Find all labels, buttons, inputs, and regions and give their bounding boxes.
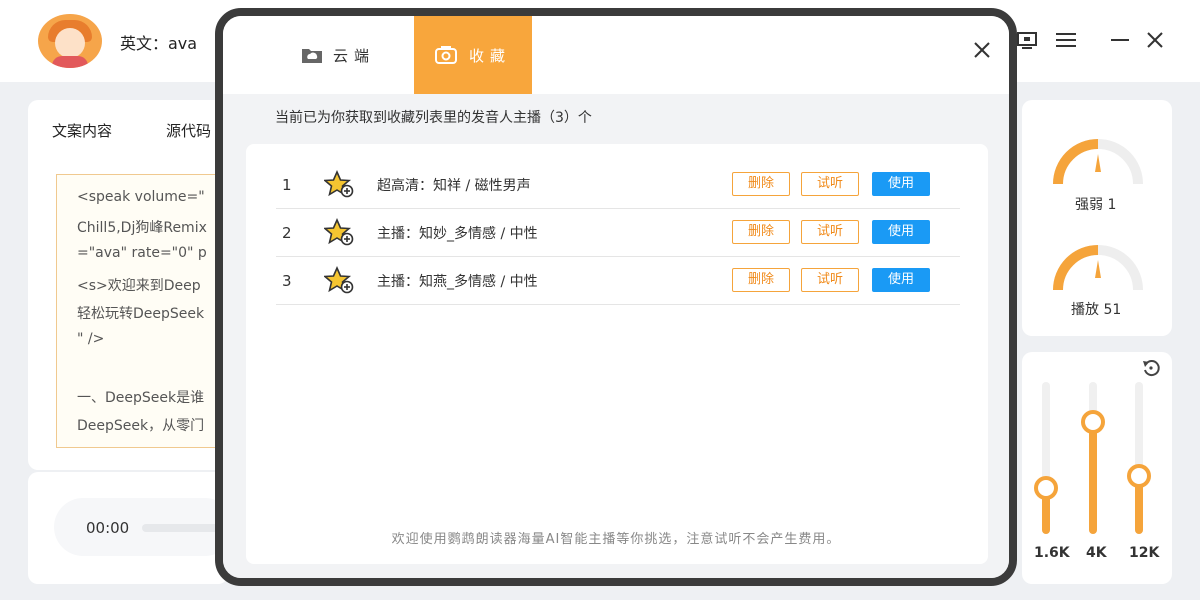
dialog-close-icon[interactable] xyxy=(967,36,997,66)
speed-gauge[interactable] xyxy=(1048,230,1148,296)
eq-label: 4K xyxy=(1086,545,1107,561)
window-close-icon[interactable] xyxy=(1146,30,1164,55)
delete-button[interactable]: 删除 xyxy=(732,172,790,196)
minimize-icon[interactable] xyxy=(1110,30,1130,55)
reset-icon[interactable] xyxy=(1141,358,1161,382)
gauge-label: 播放 51 xyxy=(1071,302,1122,318)
player-time: 00:00 xyxy=(86,519,130,537)
menu-icon[interactable] xyxy=(1055,30,1077,55)
eq-knob[interactable] xyxy=(1127,464,1151,488)
progress-track[interactable] xyxy=(142,524,222,532)
tab-cloud[interactable]: 云端 xyxy=(283,16,393,94)
editor-line: " /> xyxy=(77,331,105,347)
star-add-icon[interactable] xyxy=(322,266,354,294)
volume-gauge[interactable] xyxy=(1048,124,1148,190)
use-button[interactable]: 使用 xyxy=(872,220,930,244)
listen-button[interactable]: 试听 xyxy=(801,268,859,292)
eq-label: 12K xyxy=(1129,545,1160,561)
text-editor[interactable]: <speak volume=" Chill5,Dj狗峰Remix ="ava" … xyxy=(56,174,228,448)
use-button[interactable]: 使用 xyxy=(872,172,930,196)
row-number: 2 xyxy=(282,224,292,242)
editor-line: Chill5,Dj狗峰Remix xyxy=(77,220,207,236)
delete-button[interactable]: 删除 xyxy=(732,268,790,292)
table-row: 2 主播：知妙_多情感 / 中性 删除 试听 使用 xyxy=(276,208,960,257)
eq-label: 1.6K xyxy=(1034,545,1070,561)
voice-name: 主播：知妙_多情感 / 中性 xyxy=(377,226,538,242)
dialog-header: 云端 收藏 xyxy=(223,16,1009,94)
cloud-folder-icon xyxy=(301,46,323,64)
avatar-body xyxy=(52,56,88,68)
use-button[interactable]: 使用 xyxy=(872,268,930,292)
table-row: 3 主播：知燕_多情感 / 中性 删除 试听 使用 xyxy=(276,256,960,305)
delete-button[interactable]: 删除 xyxy=(732,220,790,244)
eq-fill xyxy=(1089,420,1097,534)
star-add-icon[interactable] xyxy=(322,218,354,246)
avatar-face xyxy=(55,28,85,58)
voice-name: 超高清：知祥 / 磁性男声 xyxy=(377,178,531,194)
gauge-label: 强弱 1 xyxy=(1075,197,1117,213)
tab-favorites-label: 收藏 xyxy=(468,46,511,65)
tab-source[interactable]: 源代码 xyxy=(166,120,211,141)
star-add-icon[interactable] xyxy=(322,170,354,198)
editor-line: DeepSeek，从零门 xyxy=(77,418,205,434)
avatar[interactable] xyxy=(38,14,102,68)
row-number: 3 xyxy=(282,272,292,290)
tab-favorites[interactable]: 收藏 xyxy=(414,16,532,94)
screen-icon[interactable] xyxy=(1016,30,1038,55)
listen-button[interactable]: 试听 xyxy=(801,220,859,244)
favorite-box-icon xyxy=(434,46,457,64)
listen-button[interactable]: 试听 xyxy=(801,172,859,196)
table-row: 1 超高清：知祥 / 磁性男声 删除 试听 使用 xyxy=(276,160,960,209)
editor-line: 一、DeepSeek是谁 xyxy=(77,390,205,406)
current-voice-label: 英文：ava xyxy=(120,34,198,53)
row-number: 1 xyxy=(282,176,292,194)
editor-line: 轻松玩转DeepSeek xyxy=(77,306,205,322)
eq-knob[interactable] xyxy=(1081,410,1105,434)
tab-content[interactable]: 文案内容 xyxy=(52,120,112,141)
footer-note: 欢迎使用鹦鹉朗读器海量AI智能主播等你挑选，注意试听不会产生费用。 xyxy=(391,532,841,547)
tab-cloud-label: 云端 xyxy=(332,46,375,65)
voice-name: 主播：知燕_多情感 / 中性 xyxy=(377,274,538,290)
editor-line: ="ava" rate="0" p xyxy=(77,245,207,261)
editor-line: <speak volume=" xyxy=(77,189,205,205)
favorites-summary: 当前已为你获取到收藏列表里的发音人主播（3）个 xyxy=(275,110,592,126)
eq-knob[interactable] xyxy=(1034,476,1058,500)
editor-line: <s>欢迎来到Deep xyxy=(77,278,201,294)
